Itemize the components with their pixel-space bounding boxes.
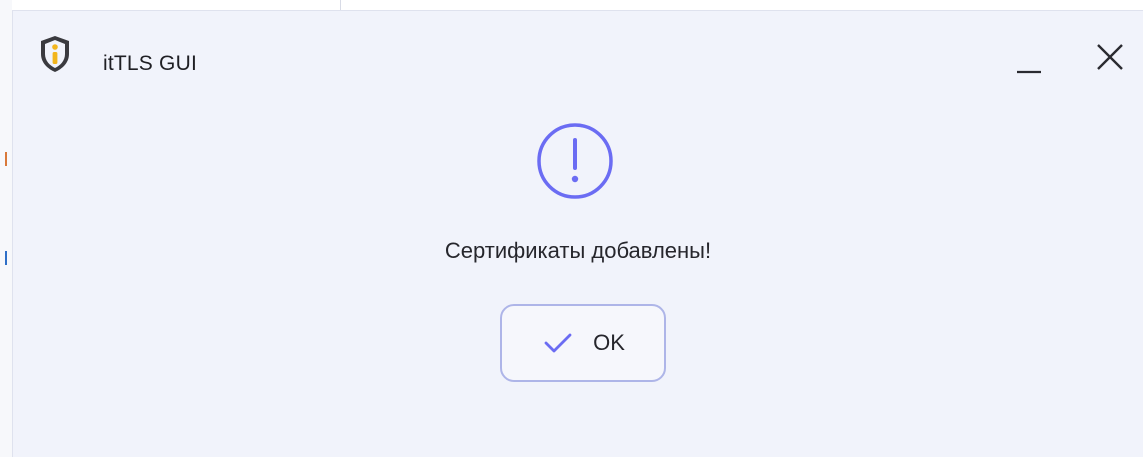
close-button[interactable] xyxy=(1090,35,1134,79)
ok-button-label: OK xyxy=(593,330,625,355)
alert-dialog: itTLS GUI Сертификаты добавлены! OK xyxy=(12,10,1143,457)
app-title: itTLS GUI xyxy=(103,52,197,75)
background-marker xyxy=(5,251,7,265)
background-marker xyxy=(5,152,7,166)
background-divider xyxy=(340,0,341,10)
close-icon xyxy=(1097,44,1123,70)
shield-logo-icon xyxy=(41,36,69,72)
dialog-message: Сертификаты добавлены! xyxy=(444,238,712,263)
exclamation-circle-icon xyxy=(537,123,613,199)
minimize-button[interactable] xyxy=(1008,35,1052,79)
background-window-edge xyxy=(0,0,12,457)
minimize-icon xyxy=(1017,70,1041,74)
title-bar: itTLS GUI xyxy=(13,11,1143,101)
dialog-content: Сертификаты добавлены! OK xyxy=(13,101,1143,457)
check-icon xyxy=(544,333,572,353)
ok-button[interactable]: OK xyxy=(500,304,666,382)
